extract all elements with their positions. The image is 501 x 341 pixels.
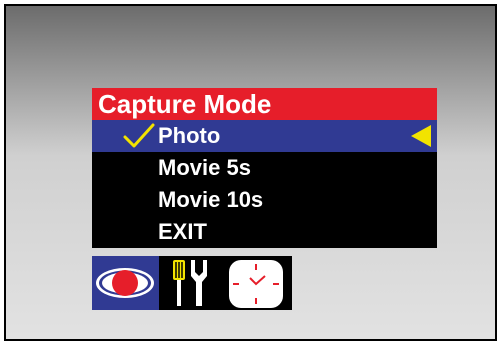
menu-item-movie-5s[interactable]: Movie 5s — [92, 152, 437, 184]
menu-item-photo[interactable]: Photo — [92, 120, 437, 152]
menu-tab-bar — [92, 256, 292, 310]
checkmark-icon — [123, 123, 155, 148]
menu-item-exit[interactable]: EXIT — [92, 216, 437, 248]
menu-item-movie-10s[interactable]: Movie 10s — [92, 184, 437, 216]
menu-item-label: Movie 10s — [158, 187, 264, 212]
tab-clock[interactable] — [223, 256, 287, 310]
eye-icon — [96, 268, 154, 298]
selection-pointer-icon — [411, 125, 431, 147]
capture-mode-menu: Capture Mode Photo Movie 5s Movie 10s EX… — [92, 88, 437, 248]
menu-title: Capture Mode — [92, 88, 437, 120]
menu-item-label: Photo — [158, 123, 221, 148]
tab-capture[interactable] — [92, 256, 159, 310]
menu-item-label: Movie 5s — [158, 155, 251, 180]
menu-list: Photo Movie 5s Movie 10s EXIT — [92, 120, 437, 248]
clock-icon — [229, 260, 283, 308]
camera-screen: Capture Mode Photo Movie 5s Movie 10s EX… — [4, 4, 497, 341]
tools-icon — [173, 260, 207, 306]
menu-item-label: EXIT — [158, 219, 207, 244]
tab-settings[interactable] — [159, 256, 223, 310]
